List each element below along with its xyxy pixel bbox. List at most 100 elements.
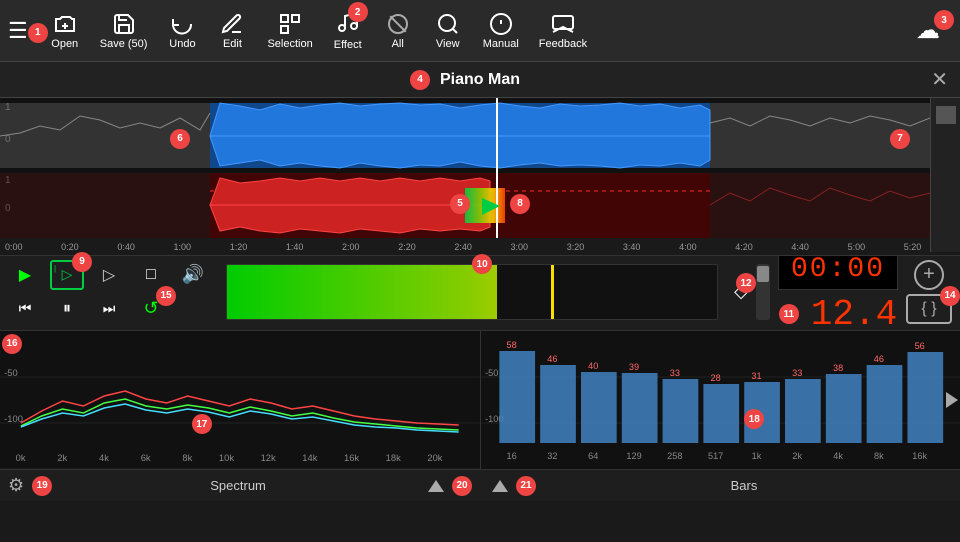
svg-text:517: 517 — [707, 451, 722, 461]
svg-text:4k: 4k — [99, 453, 109, 463]
time-tick-0: 0:00 — [5, 242, 61, 252]
spectrum-up-button[interactable] — [428, 480, 444, 492]
undo-button[interactable]: Undo — [157, 8, 207, 54]
edit-button[interactable]: Edit — [207, 8, 257, 54]
bars-panel[interactable]: -50 -100 58 46 40 39 33 28 31 33 38 — [481, 331, 960, 469]
bars-label: Bars — [536, 478, 952, 493]
svg-text:56: 56 — [914, 341, 924, 351]
time-tick-11: 3:40 — [623, 242, 679, 252]
footer-left: ⚙ 19 Spectrum 20 — [0, 475, 480, 496]
bpm-display: 12.4 — [811, 294, 897, 335]
badge-17: 17 — [192, 414, 212, 434]
transport-row-top: ▶ ▷ | 9 ▷ □ 🔊 — [8, 260, 210, 290]
time-tick-14: 4:40 — [791, 242, 847, 252]
stop-button[interactable]: □ — [134, 260, 168, 290]
badge-14: 14 — [940, 286, 960, 306]
badge-6: 6 — [170, 129, 190, 149]
badge-21: 21 — [516, 476, 536, 496]
badge-10: 10 — [472, 254, 492, 274]
svg-text:129: 129 — [626, 451, 641, 461]
svg-text:2k: 2k — [57, 453, 67, 463]
save-button[interactable]: Save (50) — [90, 8, 158, 54]
spectrum-svg: -50 -100 0k 2k 4k 6k 8k 10k 12k 14k 16k … — [0, 331, 480, 469]
badge-7: 7 — [890, 129, 910, 149]
bottom-panels: 16 -50 -100 0k 2k 4k 6k 8k 10k 12k 14k 1 — [0, 331, 960, 469]
svg-text:-100: -100 — [4, 414, 23, 424]
svg-text:16k: 16k — [912, 451, 927, 461]
time-tick-8: 2:40 — [454, 242, 510, 252]
badge-5: 5 — [450, 194, 470, 214]
clock-display: 00:00 11 12.4 — [778, 249, 898, 335]
svg-text:2k: 2k — [792, 451, 802, 461]
volume-button[interactable]: 🔊 — [176, 260, 210, 290]
effect-badge: 2 — [348, 2, 368, 22]
play-button[interactable]: ▶ — [8, 260, 42, 290]
svg-text:12k: 12k — [261, 453, 277, 463]
fast-forward-button[interactable]: ⏭ — [92, 294, 126, 324]
diamond-wrap: ◇ 12 — [734, 281, 748, 302]
badge-16: 16 — [2, 334, 22, 354]
play-sel-wrap: ▷ | 9 — [50, 260, 84, 290]
time-tick-6: 2:00 — [342, 242, 398, 252]
effect-button[interactable]: 2 Effect — [323, 6, 373, 55]
waveform-area[interactable]: 1 0 6 7 1 0 — [0, 98, 960, 253]
svg-text:46: 46 — [873, 354, 883, 364]
bars-svg: -50 -100 58 46 40 39 33 28 31 33 38 — [481, 331, 960, 469]
selection-button[interactable]: Selection — [257, 8, 322, 54]
badge-4: 4 — [410, 70, 430, 90]
clock-area: ◇ 12 — [734, 264, 770, 320]
svg-text:33: 33 — [669, 368, 679, 378]
bars-expand-button[interactable] — [946, 392, 958, 408]
svg-text:39: 39 — [628, 362, 638, 372]
time-tick-1: 0:20 — [61, 242, 117, 252]
badge-3: 3 — [934, 10, 954, 30]
transport-row-bottom: ⏮ ⏸ ⏭ ↺ 15 — [8, 294, 210, 324]
badge-9: 9 — [72, 252, 92, 272]
pause-button[interactable]: ⏸ — [50, 294, 84, 324]
title-bar: 4 Piano Man ✕ — [0, 62, 960, 98]
badge-19: 19 — [32, 476, 52, 496]
level-meter-mask — [497, 265, 718, 319]
svg-text:28: 28 — [710, 373, 720, 383]
bottom-footer: ⚙ 19 Spectrum 20 21 Bars — [0, 469, 960, 501]
time-tick-10: 3:20 — [567, 242, 623, 252]
feedback-button[interactable]: Feedback — [529, 8, 597, 54]
svg-text:16k: 16k — [344, 453, 360, 463]
waveform-svg-bot — [0, 173, 960, 238]
hamburger-menu[interactable]: ☰ — [8, 18, 28, 44]
plus-button[interactable]: + — [914, 260, 944, 290]
close-button[interactable]: ✕ — [931, 67, 948, 92]
svg-text:8k: 8k — [874, 451, 884, 461]
time-tick-4: 1:20 — [230, 242, 286, 252]
waveform-scroll[interactable] — [930, 98, 960, 252]
svg-text:14k: 14k — [302, 453, 318, 463]
badge-8: 8 — [510, 194, 530, 214]
footer-right: 21 Bars — [480, 476, 960, 496]
settings-icon[interactable]: ⚙ — [8, 475, 24, 496]
spectrum-panel[interactable]: 16 -50 -100 0k 2k 4k 6k 8k 10k 12k 14k 1 — [0, 331, 481, 469]
scroll-bar[interactable] — [756, 264, 770, 320]
svg-text:0k: 0k — [16, 453, 26, 463]
level-meter-area: 10 — [218, 264, 726, 320]
all-button[interactable]: All — [373, 8, 423, 54]
track-title: Piano Man — [440, 71, 520, 89]
time-tick-13: 4:20 — [735, 242, 791, 252]
rewind-button[interactable]: ⏮ — [8, 294, 42, 324]
view-button[interactable]: View — [423, 8, 473, 54]
waveform-top[interactable]: 1 0 6 7 — [0, 98, 960, 173]
time-tick-9: 3:00 — [511, 242, 567, 252]
svg-text:18k: 18k — [386, 453, 402, 463]
transport-buttons: ▶ ▷ | 9 ▷ □ 🔊 ⏮ ⏸ ⏭ ↺ 15 — [8, 260, 210, 324]
svg-text:40: 40 — [588, 361, 598, 371]
time-tick-3: 1:00 — [174, 242, 230, 252]
manual-button[interactable]: Manual — [473, 8, 529, 54]
bars-up-button[interactable] — [492, 480, 508, 492]
time-tick-5: 1:40 — [286, 242, 342, 252]
svg-text:6k: 6k — [141, 453, 151, 463]
svg-text:-50: -50 — [4, 368, 18, 378]
time-tick-15: 5:00 — [848, 242, 904, 252]
svg-text:58: 58 — [506, 340, 516, 350]
waveform-bottom[interactable]: 1 0 — [0, 173, 960, 238]
play-from-button[interactable]: ▷ — [92, 260, 126, 290]
svg-text:64: 64 — [588, 451, 598, 461]
